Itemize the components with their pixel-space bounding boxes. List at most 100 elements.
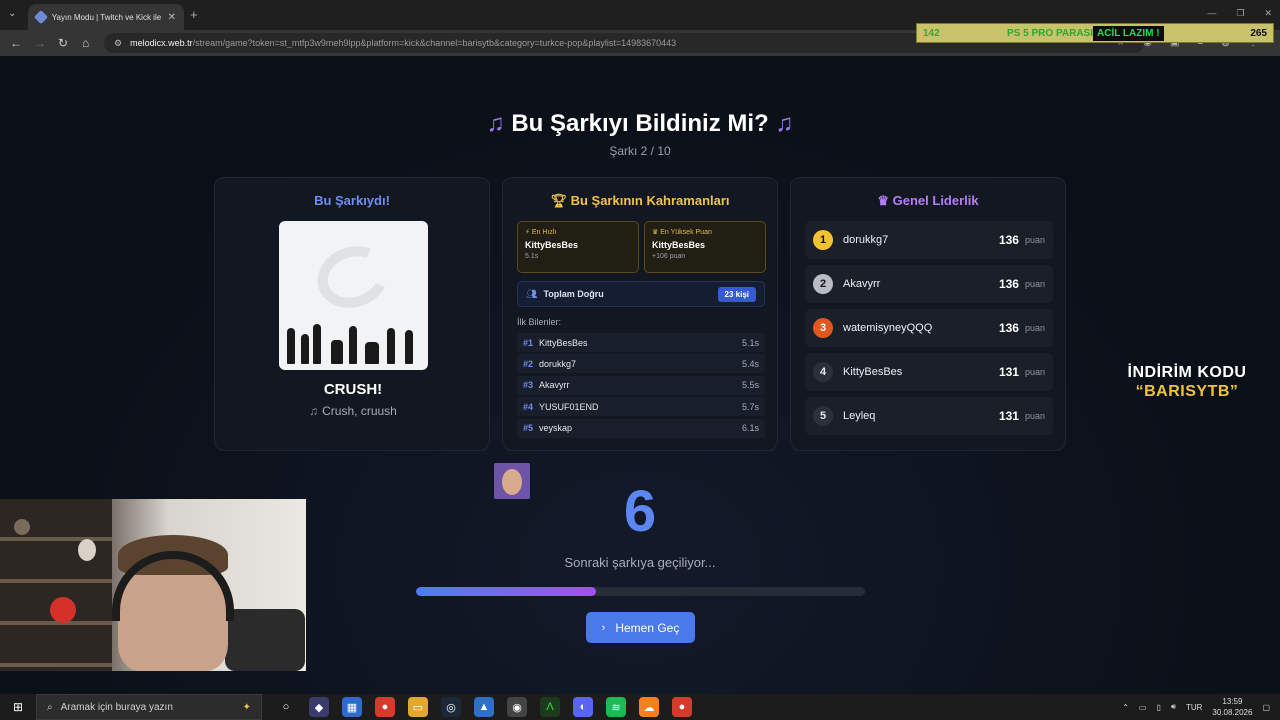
language-indicator[interactable]: TUR — [1186, 703, 1202, 712]
album-figure — [349, 326, 357, 364]
list-item: #4 YUSUF01END 5.7s — [517, 397, 765, 417]
browser-tab[interactable]: Yayın Modu | Twitch ve Kick ile ✕ — [28, 4, 184, 30]
rank-position: #2 — [523, 358, 534, 369]
clock-time: 13:59 — [1222, 697, 1243, 706]
folder-icon[interactable]: ▭ — [408, 697, 428, 717]
rank-username: KittyBesBes — [539, 337, 588, 348]
song-card-heading: Bu Şarkıydı! — [314, 193, 390, 208]
list-item: #3 Akavyrr 5.5s — [517, 375, 765, 395]
rank-position: #3 — [523, 380, 534, 391]
chrome-icon[interactable]: ● — [375, 697, 395, 717]
battery-icon[interactable]: ▯ — [1156, 703, 1160, 712]
store-icon[interactable]: ▦ — [342, 697, 362, 717]
score-unit: puan — [1024, 235, 1045, 245]
album-cover — [279, 221, 428, 370]
skip-button-label: Hemen Geç — [615, 620, 680, 635]
song-artist-text: Crush, cruush — [322, 404, 397, 418]
volume-icon[interactable]: 🔊︎ — [1171, 702, 1176, 712]
tab-close-icon[interactable]: ✕ — [168, 12, 176, 23]
minimize-icon[interactable]: — — [1207, 8, 1216, 19]
tab-title: Yayın Modu | Twitch ve Kick ile — [51, 12, 162, 22]
close-window-icon[interactable]: ✕ — [1264, 8, 1272, 19]
leaderboard-row: 1 dorukkg7 136 puan — [805, 221, 1053, 259]
heroes-card: 🏆︎ Bu Şarkının Kahramanları ⚡︎ En Hızlı … — [502, 177, 778, 451]
search-placeholder: Aramak için buraya yazın — [60, 701, 173, 713]
taskbar-search[interactable]: ⌕ Aramak için buraya yazın ✦ — [36, 694, 262, 720]
rank-username: dorukkg7 — [539, 358, 577, 369]
back-icon[interactable]: ← — [10, 36, 22, 50]
album-figure — [387, 328, 395, 364]
album-figure — [313, 324, 321, 364]
music-note-icon: ♫ — [775, 110, 794, 137]
leaderboard-heading-text: Genel Liderlik — [892, 193, 979, 208]
rank-position: #4 — [523, 401, 534, 412]
total-correct-label: Toplam Doğru — [543, 289, 604, 299]
album-logo-shape — [308, 236, 398, 318]
rank-badge: 5 — [813, 406, 833, 426]
reload-icon[interactable]: ↻ — [58, 36, 68, 50]
app-icon[interactable]: Λ — [540, 697, 560, 717]
cloud-icon[interactable]: ☁ — [639, 697, 659, 717]
score-unit: puan — [1024, 279, 1045, 289]
trophy-icon: 🏆︎ — [550, 193, 567, 208]
song-progress-text: Şarkı 2 / 10 — [609, 144, 671, 158]
network-icon[interactable]: ▭ — [1139, 703, 1147, 712]
chevron-right-icon: › — [601, 621, 606, 634]
tab-search-chevron-icon[interactable]: ⌄ — [8, 8, 22, 22]
ticker-goal-text: PS 5 PRO PARASI — [1007, 27, 1093, 39]
leaderboard-list: 1 dorukkg7 136 puan 2 Akavyrr 136 puan 3… — [805, 221, 1053, 441]
highest-label-text: En Yüksek Puan — [660, 229, 712, 236]
chrome-icon[interactable]: ● — [672, 697, 692, 717]
rank-time: 5.4s — [741, 358, 759, 369]
skip-now-button[interactable]: › Hemen Geç — [586, 612, 695, 643]
new-tab-icon[interactable]: + — [190, 7, 198, 22]
notification-icon[interactable]: ▢ — [1262, 703, 1270, 712]
promo-code-label: İNDİRİM KODU — [1127, 364, 1247, 381]
ticker-left-value: 142 — [923, 27, 940, 39]
app-icon[interactable]: ▲ — [474, 697, 494, 717]
list-item: #1 KittyBesBes 5.1s — [517, 333, 765, 352]
album-figure — [405, 330, 413, 364]
app-icon[interactable]: ◆ — [309, 697, 329, 717]
obs-icon[interactable]: ◉ — [507, 697, 527, 717]
discord-icon[interactable]: ◐ — [573, 697, 593, 717]
countdown-progress-fill — [416, 587, 596, 596]
leader-username: KittyBesBes — [843, 366, 903, 378]
rank-position: #1 — [523, 337, 534, 348]
leader-username: Akavyrr — [843, 278, 881, 290]
tray-chevron-icon[interactable]: ⌃ — [1122, 703, 1129, 712]
windows-start-icon[interactable]: ⊞ — [0, 700, 36, 714]
steam-icon[interactable]: ◎ — [441, 697, 461, 717]
webcam-toy — [50, 597, 76, 623]
music-note-icon: ♫ — [309, 404, 319, 418]
total-correct-badge: 23 kişi — [717, 286, 756, 302]
crown-icon: ♛ — [877, 193, 890, 208]
site-info-icon[interactable]: ⚙ — [114, 38, 122, 49]
album-figure — [301, 334, 309, 364]
pip-thumbnail — [494, 463, 530, 499]
leaderboard-heading: ♛ Genel Liderlik — [791, 193, 1065, 209]
spotify-icon[interactable]: ≋ — [606, 697, 626, 717]
users-icon: 👥︎ — [526, 288, 538, 299]
leader-score: 136 — [998, 277, 1019, 291]
ticker-urgent-text: ACİL LAZIM ! — [1093, 25, 1164, 41]
maximize-icon[interactable]: ❐ — [1236, 8, 1244, 19]
rank-badge: 1 — [813, 230, 833, 250]
rank-time: 5.1s — [741, 337, 759, 348]
task-view-icon[interactable]: ○ — [276, 697, 296, 717]
countdown-progress-bar — [416, 587, 865, 596]
heroes-heading-text: Bu Şarkının Kahramanları — [570, 193, 730, 208]
fastest-name: KittyBesBes — [525, 240, 579, 250]
taskbar-clock[interactable]: 13:59 30.08.2026 — [1212, 696, 1252, 718]
list-item: #5 veyskap 6.1s — [517, 418, 765, 438]
home-icon[interactable]: ⌂ — [82, 36, 89, 50]
rank-badge: 3 — [813, 318, 833, 338]
pip-face — [502, 469, 522, 495]
url-host: melodicx.web.tr — [130, 38, 193, 48]
total-correct-bar: 👥︎ Toplam Doğru 23 kişi — [517, 281, 765, 307]
crown-icon: ♛ — [652, 229, 659, 236]
leaderboard-row: 2 Akavyrr 136 puan — [805, 265, 1053, 303]
sparkle-icon: ✦ — [242, 701, 251, 713]
webcam-chair — [225, 609, 305, 671]
forward-icon[interactable]: → — [34, 36, 46, 50]
